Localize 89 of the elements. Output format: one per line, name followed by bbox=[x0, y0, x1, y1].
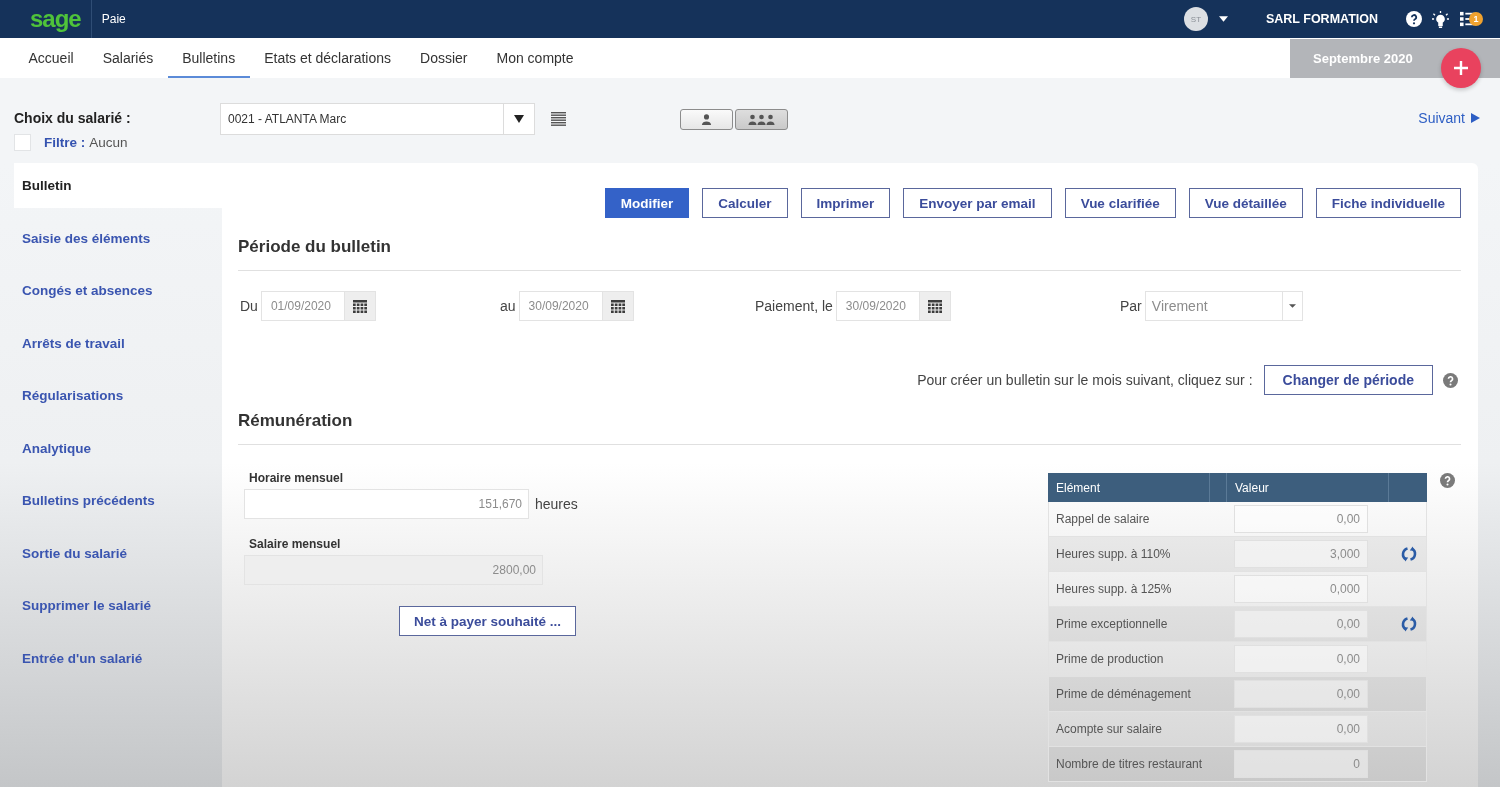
change-period-button[interactable]: Changer de période bbox=[1263, 365, 1433, 395]
people-icon bbox=[748, 114, 775, 125]
calendar-button[interactable] bbox=[918, 291, 951, 321]
nav-tab[interactable]: Salariés bbox=[88, 38, 168, 78]
calendar-icon bbox=[927, 299, 942, 313]
sidebar-item[interactable]: Supprimer le salarié bbox=[14, 579, 222, 632]
view-toggle-button[interactable] bbox=[680, 109, 733, 130]
next-link[interactable]: Suivant bbox=[1418, 110, 1480, 126]
list-icon[interactable] bbox=[551, 112, 566, 126]
table-cell-text: Prime de déménagement bbox=[1055, 687, 1192, 701]
field-label: Salaire mensuel bbox=[249, 537, 341, 551]
notification-badge: 1 bbox=[1469, 12, 1483, 26]
toolbar-button[interactable]: Modifier bbox=[604, 188, 690, 218]
filter-label[interactable]: Filtre : bbox=[44, 135, 86, 150]
toolbar-button[interactable]: Vue clarifiée bbox=[1064, 188, 1176, 218]
column-header: Valeur bbox=[1227, 473, 1389, 502]
section-title: Période du bulletin bbox=[238, 236, 392, 258]
field-label: Horaire mensuel bbox=[249, 471, 344, 485]
toolbar-button[interactable]: Envoyer par email bbox=[903, 188, 1052, 218]
nav-tab[interactable]: Mon compte bbox=[482, 38, 589, 78]
nav-tab[interactable]: Accueil bbox=[14, 38, 89, 78]
toolbar-button[interactable]: Vue détaillée bbox=[1188, 188, 1303, 218]
help-icon[interactable] bbox=[1406, 11, 1422, 27]
add-button[interactable] bbox=[1441, 48, 1481, 88]
sidebar-item[interactable]: Analytique bbox=[14, 422, 222, 475]
value-field[interactable]: 0,00 bbox=[1234, 610, 1368, 638]
sidebar-item[interactable]: Bulletins précédents bbox=[14, 474, 222, 527]
sidebar-item[interactable]: Saisie des éléments bbox=[14, 212, 222, 265]
column-header: Elément bbox=[1048, 473, 1210, 502]
calendar-button[interactable] bbox=[601, 291, 634, 321]
toolbar-button[interactable]: Imprimer bbox=[800, 188, 891, 218]
logo-text[interactable]: sage bbox=[30, 6, 81, 32]
calendar-icon bbox=[610, 299, 625, 313]
unit-label: heures bbox=[535, 496, 578, 512]
field-label: Paiement, le bbox=[755, 298, 833, 314]
payment-select[interactable]: Virement bbox=[1144, 291, 1282, 321]
sidebar-item[interactable]: Sortie du salarié bbox=[14, 527, 222, 580]
value-field[interactable]: 0,000 bbox=[1234, 575, 1368, 603]
field-label: Par bbox=[1120, 298, 1142, 314]
refresh-icon[interactable] bbox=[1400, 615, 1418, 633]
table-cell-text: Acompte sur salaire bbox=[1055, 722, 1164, 736]
date-field[interactable]: 30/09/2020 bbox=[518, 291, 602, 321]
net-pay-button[interactable]: Net à payer souhaité ... bbox=[398, 606, 576, 636]
table-cell-text: Rappel de salaire bbox=[1055, 512, 1151, 526]
toolbar-button[interactable]: Calculer bbox=[702, 188, 788, 218]
date-field[interactable]: 01/09/2020 bbox=[260, 291, 344, 321]
refresh-icon[interactable] bbox=[1400, 545, 1418, 563]
table-cell-text: Heures supp. à 125% bbox=[1055, 582, 1173, 596]
caret-down-icon bbox=[1288, 304, 1296, 308]
sidebar-item[interactable]: Bulletin bbox=[14, 163, 222, 208]
nav-tab[interactable]: Bulletins bbox=[167, 38, 250, 78]
sidebar-item[interactable]: Congés et absences bbox=[14, 264, 222, 317]
date-field[interactable]: 30/09/2020 bbox=[835, 291, 919, 321]
toolbar-button[interactable]: Fiche individuelle bbox=[1315, 188, 1461, 218]
dropdown-button[interactable] bbox=[503, 103, 535, 135]
value-field[interactable]: 3,000 bbox=[1234, 540, 1368, 568]
caret-down-icon[interactable] bbox=[1218, 16, 1228, 22]
hint-text: Pour créer un bulletin sur le mois suivant, cliquez sur : bbox=[917, 372, 1253, 388]
lightbulb-icon[interactable] bbox=[1432, 10, 1449, 28]
app-name: Paie bbox=[101, 12, 126, 26]
section-title: Rémunération bbox=[238, 410, 354, 432]
field-label: Choix du salarié : bbox=[14, 110, 131, 126]
number-field[interactable]: 151,670 bbox=[244, 489, 529, 519]
sidebar-item[interactable]: Entrée d'un salarié bbox=[14, 632, 222, 685]
filter-checkbox[interactable] bbox=[14, 134, 31, 151]
filter-value: Aucun bbox=[89, 135, 128, 150]
sidebar-item[interactable]: Arrêts de travail bbox=[14, 317, 222, 370]
view-toggle-button[interactable] bbox=[735, 109, 788, 130]
plus-icon bbox=[1453, 60, 1469, 76]
person-icon bbox=[701, 114, 712, 125]
value-field[interactable]: 0,00 bbox=[1234, 505, 1368, 533]
company-name[interactable]: SARL FORMATION bbox=[1265, 12, 1378, 26]
triangle-right-icon bbox=[1471, 113, 1480, 123]
nav-tab[interactable]: Etats et déclarations bbox=[249, 38, 406, 78]
nav-tab[interactable]: Dossier bbox=[405, 38, 482, 78]
sidebar-item[interactable]: Régularisations bbox=[14, 369, 222, 422]
employee-select[interactable]: 0021 - ATLANTA Marc bbox=[220, 103, 503, 135]
field-label: au bbox=[500, 298, 516, 314]
value-field[interactable]: 0,00 bbox=[1234, 645, 1368, 673]
field-label: Du bbox=[240, 298, 258, 314]
table-cell-text: Prime exceptionnelle bbox=[1055, 617, 1169, 631]
table-cell-text: Nombre de titres restaurant bbox=[1055, 757, 1204, 771]
caret-down-icon bbox=[514, 115, 524, 123]
calendar-icon bbox=[352, 299, 367, 313]
calendar-button[interactable] bbox=[343, 291, 376, 321]
table-cell-text: Heures supp. à 110% bbox=[1055, 547, 1172, 561]
period-label: Septembre 2020 bbox=[1313, 51, 1413, 66]
value-field[interactable]: 0,00 bbox=[1234, 715, 1368, 743]
table-cell-text: Prime de production bbox=[1055, 652, 1165, 666]
